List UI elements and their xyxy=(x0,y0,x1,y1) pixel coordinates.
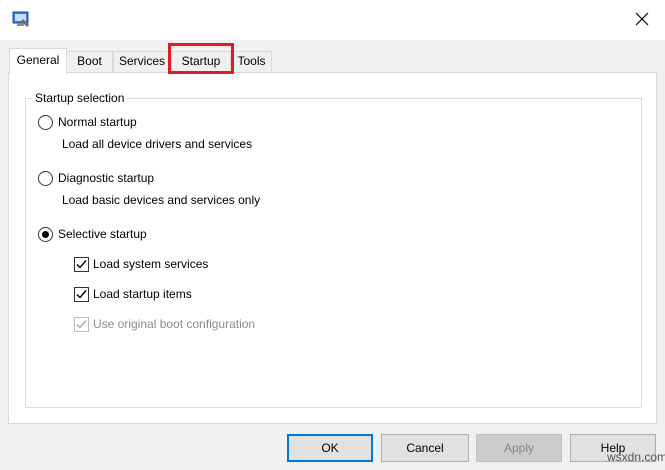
load-system-services-checkbox[interactable] xyxy=(74,257,89,272)
normal-startup-label[interactable]: Normal startup xyxy=(58,114,137,130)
tab-boot[interactable]: Boot xyxy=(66,51,113,72)
title-bar xyxy=(0,0,665,40)
load-startup-items-label[interactable]: Load startup items xyxy=(93,286,192,302)
tab-services[interactable]: Services xyxy=(113,51,171,72)
use-original-boot-config-checkbox xyxy=(74,317,89,332)
use-original-boot-config-label: Use original boot configuration xyxy=(93,317,256,331)
watermark: wsxdn.com xyxy=(607,450,665,464)
selective-startup-radio[interactable] xyxy=(38,227,53,242)
close-icon xyxy=(635,12,649,29)
checkmark-icon xyxy=(76,320,87,329)
tab-startup[interactable]: Startup xyxy=(171,51,231,72)
apply-button: Apply xyxy=(476,434,562,462)
load-system-services-label[interactable]: Load system services xyxy=(93,256,208,272)
ok-button[interactable]: OK xyxy=(287,434,373,462)
checkmark-icon xyxy=(76,260,87,269)
diagnostic-startup-label[interactable]: Diagnostic startup xyxy=(58,170,154,186)
general-tab-panel: Startup selection Normal startup Load al… xyxy=(8,72,657,424)
startup-selection-group: Startup selection Normal startup Load al… xyxy=(25,90,642,408)
normal-startup-radio[interactable] xyxy=(38,115,53,130)
tab-tools[interactable]: Tools xyxy=(231,51,272,72)
diagnostic-startup-radio[interactable] xyxy=(38,171,53,186)
normal-startup-description: Load all device drivers and services xyxy=(62,137,253,151)
selective-startup-label[interactable]: Selective startup xyxy=(58,226,147,242)
msconfig-icon xyxy=(11,9,31,29)
cancel-button[interactable]: Cancel xyxy=(381,434,469,462)
diagnostic-startup-description: Load basic devices and services only xyxy=(62,193,261,207)
close-button[interactable] xyxy=(618,0,665,40)
checkmark-icon xyxy=(76,290,87,299)
tab-general[interactable]: General xyxy=(9,48,67,74)
load-startup-items-checkbox[interactable] xyxy=(74,287,89,302)
startup-selection-legend: Startup selection xyxy=(32,90,128,106)
